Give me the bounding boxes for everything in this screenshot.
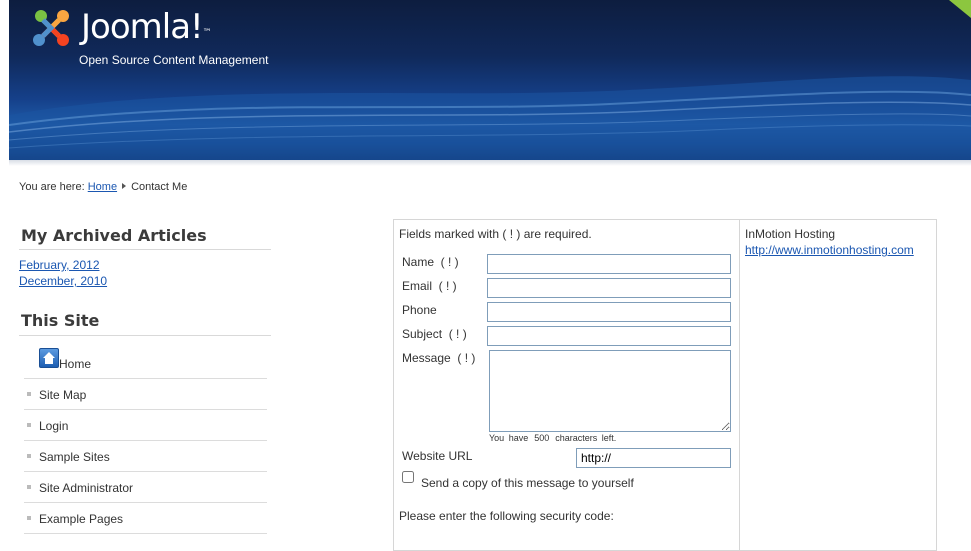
bullet-icon	[27, 392, 31, 396]
required-fields-note: Fields marked with ( ! ) are required.	[399, 227, 592, 241]
name-label: Name ( ! )	[402, 255, 459, 269]
archive-title-divider	[19, 249, 271, 250]
subject-label: Subject ( ! )	[402, 327, 467, 341]
chars-count: 500	[534, 433, 550, 443]
email-label: Email ( ! )	[402, 279, 457, 293]
website-url-label: Website URL	[402, 449, 473, 463]
corner-ribbon-icon	[949, 0, 971, 18]
content-column-divider	[739, 220, 740, 550]
site-menu-item-home[interactable]: Home	[24, 348, 267, 379]
bullet-icon	[27, 454, 31, 458]
send-copy-checkbox[interactable]	[402, 471, 414, 483]
message-textarea[interactable]	[489, 350, 731, 432]
site-menu-label: Site Map	[39, 388, 87, 402]
archive-link-feb-2012[interactable]: February, 2012	[19, 258, 100, 272]
chars-suffix: characters left.	[555, 433, 617, 443]
site-menu-divider	[19, 335, 271, 336]
breadcrumb-arrow-icon	[122, 183, 127, 189]
send-copy-label: Send a copy of this message to yourself	[421, 476, 634, 490]
site-menu: Home Site Map Login Sample Sites Site Ad…	[24, 348, 267, 534]
bullet-icon	[27, 423, 31, 427]
archive-module-title: My Archived Articles	[21, 226, 207, 245]
breadcrumb-prefix: You are here:	[19, 181, 85, 193]
chars-prefix: You have	[489, 433, 529, 443]
site-menu-label: Login	[39, 419, 69, 433]
home-icon	[39, 348, 59, 368]
site-menu-item-site-map[interactable]: Site Map	[24, 379, 267, 410]
archive-link-dec-2010[interactable]: December, 2010	[19, 274, 107, 288]
site-menu-item-sample-sites[interactable]: Sample Sites	[24, 441, 267, 472]
breadcrumb: You are here: Home Contact Me	[19, 181, 187, 193]
email-input[interactable]	[487, 278, 731, 298]
website-url-input[interactable]	[576, 448, 731, 468]
joomla-logo-icon	[33, 10, 69, 46]
header-bottom-border	[9, 160, 971, 166]
phone-input[interactable]	[487, 302, 731, 322]
site-tagline: Open Source Content Management	[79, 53, 269, 67]
site-menu-item-login[interactable]: Login	[24, 410, 267, 441]
logo-wordmark: Joomla!	[81, 7, 204, 47]
characters-left-note: You have 500 characters left.	[489, 433, 616, 443]
site-menu-label: Example Pages	[39, 512, 124, 526]
breadcrumb-home-link[interactable]: Home	[88, 181, 117, 193]
joomla-logo-text: Joomla!™	[81, 6, 212, 48]
bullet-icon	[27, 516, 31, 520]
message-label: Message ( ! )	[402, 351, 476, 365]
site-menu-item-example-pages[interactable]: Example Pages	[24, 503, 267, 534]
header-wave-decoration	[9, 76, 971, 160]
phone-label: Phone	[402, 303, 437, 317]
site-menu-title: This Site	[21, 311, 100, 330]
name-input[interactable]	[487, 254, 731, 274]
bullet-icon	[27, 485, 31, 489]
subject-input[interactable]	[487, 326, 731, 346]
site-menu-item-site-administrator[interactable]: Site Administrator	[24, 472, 267, 503]
logo-trademark: ™	[202, 28, 212, 38]
hosting-link[interactable]: http://www.inmotionhosting.com	[745, 243, 914, 257]
security-code-prompt: Please enter the following security code…	[399, 509, 614, 523]
site-header: Joomla!™ Open Source Content Management	[9, 0, 971, 160]
breadcrumb-current: Contact Me	[131, 181, 188, 193]
site-menu-label: Sample Sites	[39, 450, 110, 464]
site-menu-label: Site Administrator	[39, 481, 134, 495]
hosting-heading: InMotion Hosting	[745, 227, 836, 241]
site-menu-label: Home	[59, 357, 92, 371]
